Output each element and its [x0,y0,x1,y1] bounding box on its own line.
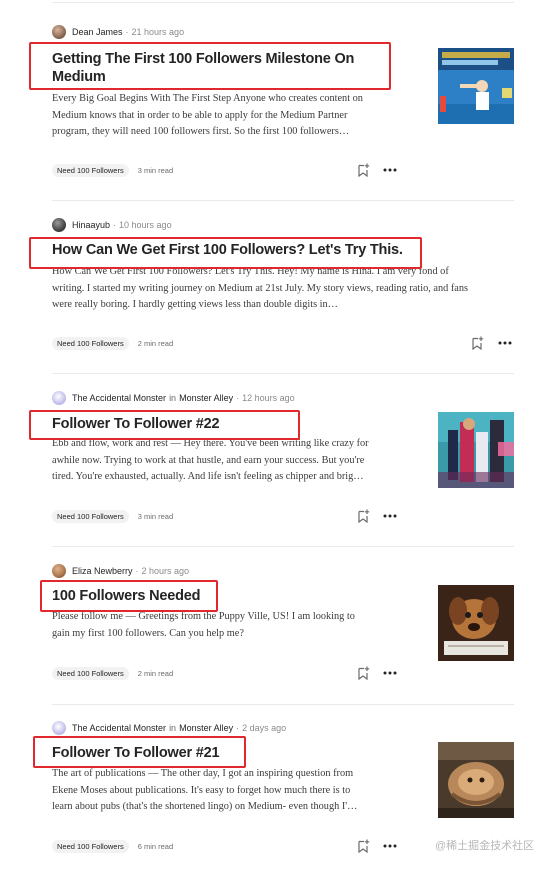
story-meta: Need 100 Followers 6 min read [52,839,173,853]
story-title-line: How Can We Get First 100 Followers? Let'… [52,242,403,258]
story-title-line: Follower To Follower #22 [52,416,220,432]
story-meta: Need 100 Followers 2 min read [52,336,173,350]
byline: The Accidental Monster in Monster Alley … [52,720,286,736]
story-card: Dean James · 21 hours ago Getting The Fi… [0,0,557,201]
bookmark-plus-icon[interactable] [355,838,371,854]
post-time: 10 hours ago [119,220,172,230]
post-time: 21 hours ago [131,27,185,37]
story-title-line: 100 Followers Needed [52,588,201,604]
publication-avatar[interactable] [52,391,66,405]
story-snippet[interactable]: The art of publications — The other day,… [52,766,422,816]
topic-tag[interactable]: Need 100 Followers [52,336,129,350]
story-meta: Need 100 Followers 3 min read [52,509,173,523]
story-card: The Accidental Monster in Monster Alley … [0,373,557,547]
read-time: 2 min read [137,668,174,678]
separator-dot: · [135,566,139,576]
story-title-line: Medium [52,69,106,85]
read-time: 3 min read [137,511,174,521]
separator-dot: · [125,27,129,37]
bookmark-plus-icon[interactable] [355,508,371,524]
story-title[interactable]: 100 Followers Needed [52,587,201,605]
snippet-line: Every Big Goal Begins With The First Ste… [52,93,363,104]
topic-tag[interactable]: Need 100 Followers [52,839,129,853]
snippet-line: writing. I started my writing journey on… [52,282,469,294]
story-title-line: Getting The First 100 Followers Mileston… [52,51,355,67]
story-card: Eliza Newberry · 2 hours ago 100 Followe… [0,546,557,705]
author-name[interactable]: The Accidental Monster [72,723,166,733]
story-card: Hinaayub · 10 hours ago How Can We Get F… [0,200,557,374]
bookmark-plus-icon[interactable] [355,665,371,681]
story-snippet[interactable]: Ebb and flow, work and rest — Hey there.… [52,436,422,486]
in-word: in [169,723,177,733]
byline: Eliza Newberry · 2 hours ago [52,563,189,579]
publication-name[interactable]: Monster Alley [179,393,233,403]
thumbnail-followers-poster[interactable] [438,48,514,124]
separator-dot: · [113,220,117,230]
topic-tag[interactable]: Need 100 Followers [52,509,129,523]
author-avatar[interactable] [52,564,66,578]
more-dots-icon[interactable] [496,335,514,351]
snippet-line: The art of publications — The other day,… [52,768,354,779]
more-dots-icon[interactable] [381,665,399,681]
story-snippet[interactable]: Every Big Goal Begins With The First Ste… [52,91,422,141]
story-title[interactable]: Follower To Follower #21 [52,744,220,762]
snippet-line: were really boring. I hardly getting vie… [52,299,338,310]
more-dots-icon[interactable] [381,508,399,524]
snippet-line: gain my first 100 followers. Can you hel… [52,627,244,639]
thumbnail-colorful-figure[interactable] [438,412,514,488]
post-time: 12 hours ago [242,393,295,403]
snippet-line: Please follow me — Greetings from the Pu… [52,611,355,622]
story-title-line: Follower To Follower #21 [52,745,220,761]
byline: Hinaayub · 10 hours ago [52,217,172,233]
in-word: in [169,393,177,403]
story-meta: Need 100 Followers 2 min read [52,666,173,680]
story-feed: Dean James · 21 hours ago Getting The Fi… [0,0,557,869]
thumbnail-brown-creature[interactable] [438,742,514,818]
story-title[interactable]: How Can We Get First 100 Followers? Let'… [52,241,403,259]
post-time: 2 days ago [242,723,287,733]
topic-tag[interactable]: Need 100 Followers [52,163,129,177]
snippet-line: tired. You're exhausted, actually. And l… [52,471,364,482]
snippet-line: program, they will need 100 followers fi… [52,126,350,137]
byline: The Accidental Monster in Monster Alley … [52,390,295,406]
post-time: 2 hours ago [141,566,190,576]
bookmark-plus-icon[interactable] [355,162,371,178]
story-snippet[interactable]: How Can We Get First 100 Followers? Let'… [52,264,517,314]
snippet-line: Ekene Moses about publications. It's eas… [52,784,351,796]
snippet-line: awhile now. Trying to work at that hustl… [52,454,365,466]
publication-avatar[interactable] [52,721,66,735]
story-meta: Need 100 Followers 3 min read [52,163,173,177]
author-avatar[interactable] [52,25,66,39]
separator-dot: · [236,393,240,403]
bookmark-plus-icon[interactable] [469,335,485,351]
story-title[interactable]: Follower To Follower #22 [52,415,220,433]
author-avatar[interactable] [52,218,66,232]
separator-dot: · [236,723,240,733]
author-name[interactable]: Hinaayub [72,220,110,230]
read-time: 3 min read [137,165,174,175]
story-snippet[interactable]: Please follow me — Greetings from the Pu… [52,609,422,642]
read-time: 6 min read [137,841,174,851]
snippet-line: learn about pubs (that's the shortened l… [52,801,358,812]
publication-name[interactable]: Monster Alley [179,723,233,733]
read-time: 2 min read [137,338,174,348]
byline: Dean James · 21 hours ago [52,24,184,40]
snippet-line: How Can We Get First 100 Followers? Let'… [52,266,449,277]
author-name[interactable]: Dean James [72,27,123,37]
more-dots-icon[interactable] [381,838,399,854]
snippet-line: Ebb and flow, work and rest — Hey there.… [52,438,369,449]
topic-tag[interactable]: Need 100 Followers [52,666,129,680]
watermark: @稀土掘金技术社区 [435,840,535,852]
thumbnail-puppy[interactable] [438,585,514,661]
story-title[interactable]: Getting The First 100 Followers Mileston… [52,50,354,86]
more-dots-icon[interactable] [381,162,399,178]
snippet-line: Medium knows that in order to be able to… [52,109,348,121]
author-name[interactable]: The Accidental Monster [72,393,166,403]
author-name[interactable]: Eliza Newberry [72,566,133,576]
